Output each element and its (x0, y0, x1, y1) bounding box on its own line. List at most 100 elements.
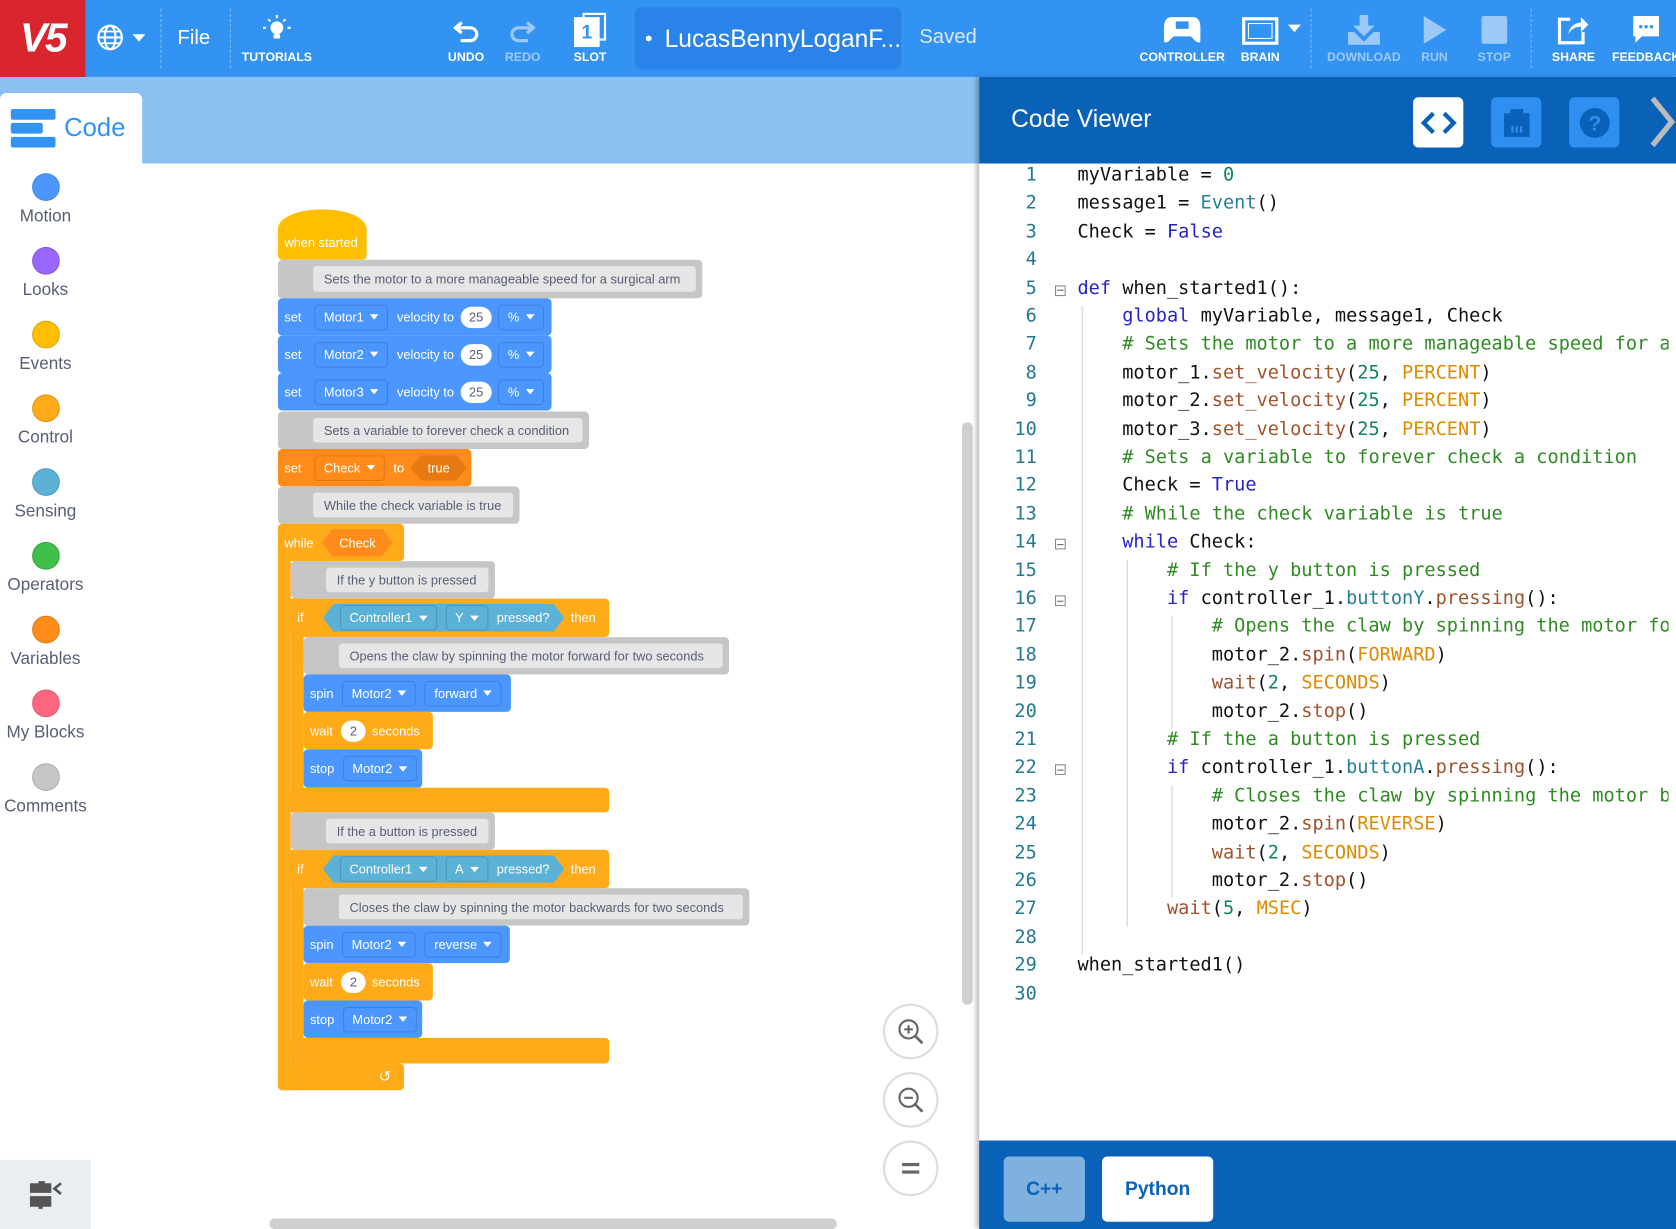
brain-button[interactable]: BRAIN (1237, 0, 1284, 77)
category-looks[interactable]: Looks (0, 246, 91, 300)
category-events[interactable]: Events (0, 320, 91, 374)
code-line[interactable]: Check = True (1077, 475, 1256, 496)
spin-block[interactable]: spin Motor2 reverse (303, 925, 510, 964)
code-line[interactable]: message1 = Event() (1077, 193, 1278, 214)
run-button[interactable]: RUN (1415, 0, 1453, 77)
collapse-panel-chevron-icon[interactable] (1648, 96, 1676, 148)
velocity-input[interactable]: 25 (460, 343, 492, 366)
category-comments[interactable]: Comments (0, 763, 91, 816)
controller-dropdown[interactable]: Controller1 (340, 856, 437, 882)
project-name-field[interactable]: LucasBennyLoganF... (634, 7, 902, 70)
stop-button[interactable]: STOP (1475, 0, 1513, 77)
code-line[interactable]: motor_2.stop() (1077, 701, 1369, 722)
button-dropdown[interactable]: Y (445, 605, 488, 631)
code-line[interactable]: motor_3.set_velocity(25, PERCENT) (1077, 419, 1491, 440)
comment-text[interactable]: If the y button is pressed (326, 567, 489, 593)
brain-dropdown-caret-icon[interactable] (1288, 24, 1301, 33)
extensions-button[interactable] (0, 1159, 91, 1229)
code-line[interactable]: wait(5, MSEC) (1077, 898, 1313, 919)
set-velocity-block[interactable]: set Motor1 velocity to 25% (277, 298, 552, 336)
motor-dropdown[interactable]: Motor2 (314, 341, 389, 368)
set-variable-block[interactable]: set Check to true (277, 448, 472, 487)
code-line[interactable]: def when_started1(): (1077, 277, 1301, 298)
comment-block[interactable]: Sets the motor to a more manageable spee… (277, 259, 703, 299)
wait-input[interactable]: 2 (341, 971, 366, 993)
comment-block[interactable]: Closes the claw by spinning the motor ba… (303, 888, 750, 926)
stop-block[interactable]: stop Motor2 (303, 749, 423, 788)
category-my-blocks[interactable]: My Blocks (0, 689, 91, 742)
code-line[interactable]: # If the a button is pressed (1077, 729, 1480, 750)
undo-button[interactable]: UNDO (443, 0, 490, 77)
fold-toggle-icon[interactable] (1055, 595, 1066, 607)
code-line[interactable]: # Closes the claw by spinning the motor … (1077, 785, 1669, 806)
code-line[interactable]: motor_2.spin(FORWARD) (1077, 644, 1447, 665)
code-line[interactable]: when_started1() (1077, 955, 1245, 976)
comment-text[interactable]: Closes the claw by spinning the motor ba… (338, 894, 743, 920)
motor-dropdown[interactable]: Motor2 (342, 931, 417, 958)
tutorials-button[interactable]: TUTORIALS (242, 0, 313, 77)
variable-dropdown[interactable]: Check (314, 454, 385, 481)
horizontal-scrollbar[interactable] (269, 1218, 837, 1229)
direction-dropdown[interactable]: reverse (424, 931, 502, 958)
unit-dropdown[interactable]: % (498, 304, 544, 330)
code-line[interactable]: if controller_1.buttonY.pressing(): (1077, 588, 1559, 609)
code-line[interactable]: Check = False (1077, 221, 1223, 242)
motor-dropdown[interactable]: Motor2 (342, 755, 417, 782)
code-line[interactable]: motor_2.spin(REVERSE) (1077, 814, 1447, 835)
set-velocity-block[interactable]: set Motor3 velocity to 25% (277, 373, 552, 411)
controller-button[interactable]: CONTROLLER (1139, 0, 1225, 77)
code-line[interactable]: # Sets the motor to a more manageable sp… (1077, 334, 1668, 355)
comment-block[interactable]: If the a button is pressed (290, 812, 495, 850)
motor-dropdown[interactable]: Motor2 (342, 680, 417, 707)
code-line[interactable]: myVariable = 0 (1077, 165, 1234, 186)
boolean-dropdown[interactable]: true (411, 455, 467, 481)
feedback-button[interactable]: FEEDBACK (1612, 0, 1676, 77)
category-control[interactable]: Control (0, 394, 91, 447)
fold-toggle-icon[interactable] (1055, 538, 1066, 550)
comment-text[interactable]: Opens the claw by spinning the motor for… (338, 643, 723, 669)
wait-block[interactable]: wait 2 seconds (303, 711, 433, 750)
fold-toggle-icon[interactable] (1055, 764, 1066, 776)
code-line[interactable]: # While the check variable is true (1077, 503, 1503, 524)
comment-text[interactable]: While the check variable is true (313, 492, 514, 518)
button-dropdown[interactable]: A (445, 856, 488, 882)
category-sensing[interactable]: Sensing (0, 468, 91, 521)
code-line[interactable]: # Opens the claw by spinning the motor f… (1077, 616, 1669, 637)
velocity-input[interactable]: 25 (460, 306, 492, 328)
unit-dropdown[interactable]: % (498, 341, 544, 368)
code-line[interactable]: wait(2, SECONDS) (1077, 673, 1391, 694)
controller-dropdown[interactable]: Controller1 (340, 605, 437, 631)
velocity-input[interactable]: 25 (460, 381, 492, 403)
code-line[interactable]: # Sets a variable to forever check a con… (1077, 447, 1637, 468)
set-velocity-block[interactable]: set Motor2 velocity to 25% (277, 335, 552, 374)
tab-code[interactable]: Code (0, 92, 143, 164)
comment-block[interactable]: While the check variable is true (277, 486, 520, 524)
language-python-button[interactable]: Python (1102, 1156, 1214, 1222)
zoom-out-button[interactable] (882, 1072, 939, 1128)
code-view-button[interactable] (1413, 97, 1464, 148)
category-motion[interactable]: Motion (0, 173, 91, 226)
reset-zoom-button[interactable] (882, 1140, 939, 1197)
code-line[interactable]: if controller_1.buttonA.pressing(): (1077, 757, 1559, 778)
vertical-scrollbar[interactable] (962, 422, 973, 1005)
category-operators[interactable]: Operators (0, 541, 91, 595)
wait-input[interactable]: 2 (341, 719, 366, 742)
motor-dropdown[interactable]: Motor3 (314, 378, 389, 405)
device-info-button[interactable] (1491, 97, 1542, 148)
code-line[interactable]: motor_2.stop() (1077, 870, 1369, 891)
comment-text[interactable]: Sets the motor to a more manageable spee… (313, 266, 696, 292)
code-editor[interactable]: 1 myVariable = 0 2 message1 = Event() 3 Check… (979, 164, 1668, 1141)
code-line[interactable]: motor_1.set_velocity(25, PERCENT) (1077, 362, 1491, 383)
comment-block[interactable]: Sets a variable to forever check a condi… (277, 411, 589, 449)
file-menu[interactable]: File (177, 27, 210, 51)
code-line[interactable]: global myVariable, message1, Check (1077, 306, 1503, 327)
language-menu-button[interactable] (96, 24, 146, 52)
zoom-in-button[interactable] (882, 1003, 939, 1060)
category-variables[interactable]: Variables (0, 615, 91, 669)
motor-dropdown[interactable]: Motor1 (314, 304, 389, 330)
stop-block[interactable]: stop Motor2 (303, 1000, 423, 1038)
if-then-block[interactable]: if Controller1 Apressed? then (290, 849, 610, 889)
check-variable-reporter[interactable]: Check (322, 529, 393, 557)
fold-toggle-icon[interactable] (1055, 284, 1066, 296)
redo-button[interactable]: REDO (499, 0, 546, 77)
